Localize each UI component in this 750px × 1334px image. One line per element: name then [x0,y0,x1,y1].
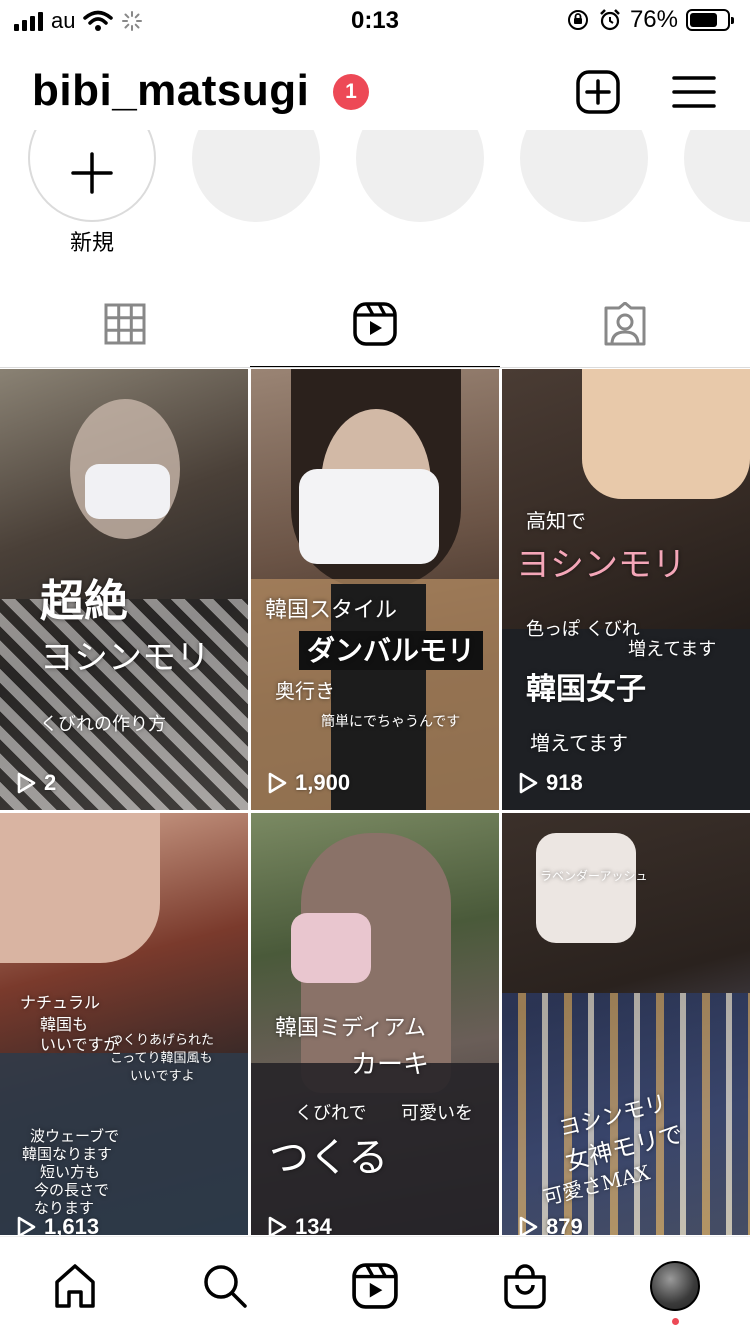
reel-views: 1,900 [267,770,350,796]
nav-profile[interactable] [650,1261,700,1311]
tabs-divider [0,367,750,368]
reel-caption: 増えてます [628,639,717,660]
reel-thumbnail[interactable]: ラベンダーアッシュ ヨシンモリ 女神モリで 可愛さMAX 879 [502,813,750,1235]
reel-caption: 奥行き [275,679,335,703]
reel-caption: いいですよ [130,1069,195,1084]
nav-search[interactable] [200,1261,250,1311]
reel-views: 879 [518,1214,583,1235]
nav-shop[interactable] [500,1261,550,1311]
reel-views: 918 [518,770,583,796]
tagged-icon [604,302,646,346]
profile-avatar [650,1261,700,1311]
alarm-icon [600,9,620,31]
nav-home[interactable] [50,1261,100,1311]
play-icon [519,772,538,794]
new-highlight-label: 新規 [69,230,114,255]
reel-caption: カーキ [351,1050,430,1080]
home-icon [55,1264,95,1308]
username[interactable]: bibi_matsugi [32,66,309,116]
status-bar: au 0:13 76% [0,0,750,44]
reel-caption: こってり韓国風も [110,1051,213,1066]
reel-thumbnail[interactable]: 高知で ヨシンモリ 色っぽ くびれ 増えてます 韓国女子 増えてます 918 [502,369,750,810]
reel-caption: ラベンダーアッシュ [540,869,648,883]
reel-caption: 増えてます [530,731,628,755]
menu-button[interactable] [668,66,720,118]
reel-caption: 韓国スタイル [265,598,398,623]
reel-view-count: 2 [44,770,57,795]
reel-view-count: 1,613 [44,1214,100,1235]
new-highlight-button[interactable] [28,130,156,222]
reel-caption: 可愛いを [401,1103,473,1124]
reel-caption: つくる [269,1135,389,1181]
new-post-button[interactable] [572,66,624,118]
play-icon [268,772,287,794]
profile-header: bibi_matsugi 1 [0,58,750,128]
plus-square-icon [576,70,620,114]
reel-thumbnail[interactable]: 韓国スタイル ダンバルモリ 奥行き 簡単にでちゃうんです 1,900 [251,369,499,810]
search-icon [204,1265,247,1308]
reel-caption: くびれの作り方 [40,714,166,735]
story-highlights: 新規 [0,130,750,260]
reel-caption: 韓国ミディアム [275,1016,426,1041]
nav-reels[interactable] [350,1261,400,1311]
tab-reels[interactable] [250,280,500,368]
highlight-placeholder [520,130,648,222]
reel-caption: いいですが [40,1035,120,1054]
highlight-placeholder [192,130,320,222]
shop-icon [504,1264,546,1309]
reel-caption: 超絶 [40,576,128,627]
reels-icon [352,1263,398,1309]
plus-icon [71,152,113,194]
reel-view-count: 879 [546,1214,583,1235]
reel-views: 134 [267,1214,332,1235]
reel-thumbnail[interactable]: 韓国ミディアム カーキ くびれで 可愛いを つくる 134 [251,813,499,1235]
reel-caption: 波ウェーブで [30,1127,120,1145]
reel-caption: 色っぽ くびれ [526,619,640,640]
play-icon [519,1216,538,1235]
highlight-placeholder [684,130,750,222]
play-icon [268,1216,287,1235]
reel-view-count: 1,900 [295,770,351,795]
play-icon [17,1216,36,1235]
grid-icon [104,303,146,345]
reel-view-count: 134 [295,1214,332,1235]
hamburger-menu-icon [672,76,716,108]
reel-caption: つくりあげられた [110,1033,215,1048]
play-icon [17,772,36,794]
reel-caption: ナチュラル [20,993,101,1012]
orientation-lock-icon [567,10,588,30]
reel-caption: 高知で [526,509,586,533]
notification-badge[interactable]: 1 [333,74,369,110]
battery-percent: 76% [629,6,678,33]
reel-views: 2 [16,770,56,796]
reel-thumbnail[interactable]: 超絶 ヨシンモリ くびれの作り方 2 [0,369,248,810]
reel-caption: 韓国も [40,1015,89,1034]
tab-tagged[interactable] [500,280,750,368]
reel-caption: 簡単にでちゃうんです [321,714,461,730]
reel-caption: 韓国なります [22,1145,113,1163]
reel-caption: ダンバルモリ [299,631,484,670]
reels-icon [353,302,397,346]
highlight-placeholder [356,130,484,222]
battery-icon [686,9,734,31]
reel-caption: ヨシンモリ [516,545,686,585]
notification-dot [672,1318,679,1325]
reels-grid: 超絶 ヨシンモリ くびれの作り方 2 韓国スタイル ダンバルモリ 奥行き 簡単に… [0,369,750,1235]
tab-grid[interactable] [0,280,250,368]
reel-caption: ヨシンモリ [40,638,210,678]
profile-tabs [0,280,750,368]
reel-views: 1,613 [16,1214,99,1235]
reel-caption: くびれで [295,1103,367,1124]
reel-thumbnail[interactable]: ナチュラル 韓国も いいですが つくりあげられた こってり韓国風も いいですよ … [0,813,248,1235]
reel-caption: 韓国女子 [526,672,646,707]
bottom-navigation [0,1236,750,1334]
reel-caption: 短い方も [40,1163,101,1181]
reel-caption: 今の長さで [34,1181,110,1199]
reel-view-count: 918 [546,770,583,795]
